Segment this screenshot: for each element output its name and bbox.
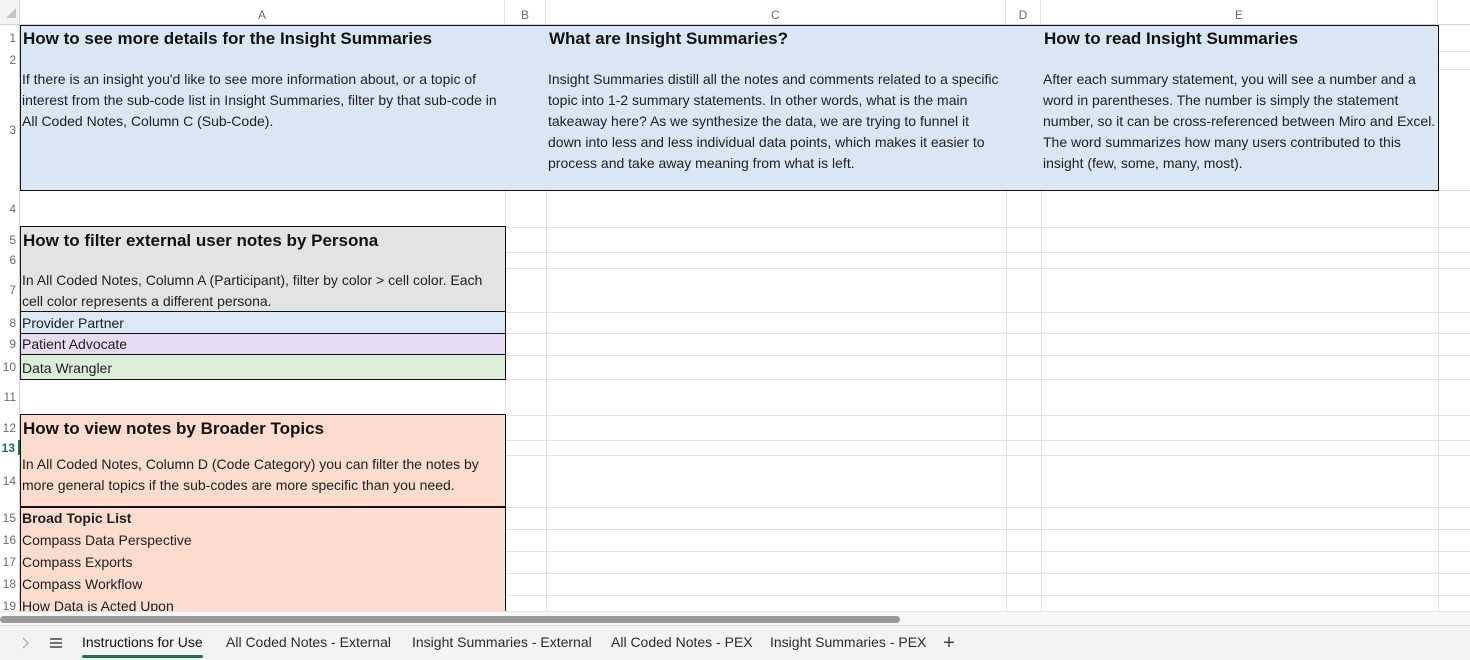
row-header[interactable]: 10	[0, 355, 20, 379]
broader-topics-title: How to view notes by Broader Topics	[23, 419, 325, 438]
tab-all-coded-notes-pex[interactable]: All Coded Notes - PEX	[601, 626, 763, 660]
row-header[interactable]: 19	[0, 595, 20, 611]
column-header-a[interactable]: A	[20, 0, 505, 25]
row-header[interactable]: 8	[0, 312, 20, 333]
persona-body: In All Coded Notes, Column A (Participan…	[22, 272, 483, 309]
row-header[interactable]: 1	[0, 25, 20, 51]
how-to-read-body: After each summary statement, you will s…	[1043, 71, 1436, 171]
row-header[interactable]: 17	[0, 551, 20, 573]
column-header-b[interactable]: B	[505, 0, 546, 25]
row-header[interactable]: 9	[0, 333, 20, 355]
row-header[interactable]: 14	[0, 455, 20, 507]
what-are-insight-summaries-body: Insight Summaries distill all the notes …	[548, 71, 999, 171]
chevron-right-icon[interactable]	[14, 626, 36, 660]
tab-instructions-for-use[interactable]: Instructions for Use	[72, 626, 213, 660]
column-header-d[interactable]: D	[1006, 0, 1041, 25]
persona-item: Provider Partner	[22, 315, 124, 331]
plus-icon[interactable]: +	[938, 626, 960, 660]
horizontal-scrollbar[interactable]	[0, 611, 1470, 625]
row-header[interactable]: 3	[0, 69, 20, 190]
row-header[interactable]: 18	[0, 573, 20, 595]
what-are-insight-summaries-title: What are Insight Summaries?	[549, 29, 788, 48]
row-header-selected[interactable]: 13	[0, 440, 20, 455]
row-header[interactable]: 12	[0, 415, 20, 440]
tab-all-coded-notes-external[interactable]: All Coded Notes - External	[216, 626, 401, 660]
column-header-f[interactable]	[1438, 0, 1470, 25]
persona-item: Patient Advocate	[22, 336, 128, 352]
persona-title: How to filter external user notes by Per…	[23, 231, 379, 250]
persona-item: Data Wrangler	[22, 360, 113, 376]
row-header[interactable]: 5	[0, 227, 20, 252]
how-to-read-title: How to read Insight Summaries	[1044, 29, 1299, 48]
row-header[interactable]: 7	[0, 268, 20, 312]
tab-insight-summaries-external[interactable]: Insight Summaries - External	[402, 626, 602, 660]
select-all-corner[interactable]	[0, 0, 20, 25]
tab-insight-summaries-pex[interactable]: Insight Summaries - PEX	[760, 626, 936, 660]
broad-topic-item: Compass Exports	[22, 554, 133, 570]
hamburger-icon[interactable]	[44, 626, 68, 660]
row-header[interactable]: 2	[0, 51, 20, 69]
row-header[interactable]: 4	[0, 190, 20, 227]
broad-topic-item: Compass Data Perspective	[22, 532, 192, 548]
insight-details-body: If there is an insight you'd like to see…	[22, 71, 497, 129]
row-header[interactable]: 6	[0, 252, 20, 268]
insight-details-title: How to see more details for the Insight …	[23, 29, 433, 48]
broad-topic-list-header: Broad Topic List	[22, 510, 132, 526]
broad-topic-item: Compass Workflow	[22, 576, 143, 592]
broader-topics-body: In All Coded Notes, Column D (Code Categ…	[22, 456, 479, 493]
row-header[interactable]: 16	[0, 529, 20, 551]
horizontal-scrollbar-thumb[interactable]	[0, 616, 900, 623]
row-header[interactable]: 15	[0, 507, 20, 529]
column-header-c[interactable]: C	[546, 0, 1006, 25]
column-header-e[interactable]: E	[1041, 0, 1438, 25]
spreadsheet-grid[interactable]: A B C D E 1 2 3 4 5 6 7 8 9 10 11 12 13 …	[0, 0, 1470, 611]
broad-topic-item: How Data is Acted Upon	[22, 598, 174, 611]
row-header[interactable]: 11	[0, 379, 20, 415]
sheet-tab-bar: Instructions for Use All Coded Notes - E…	[0, 625, 1470, 660]
